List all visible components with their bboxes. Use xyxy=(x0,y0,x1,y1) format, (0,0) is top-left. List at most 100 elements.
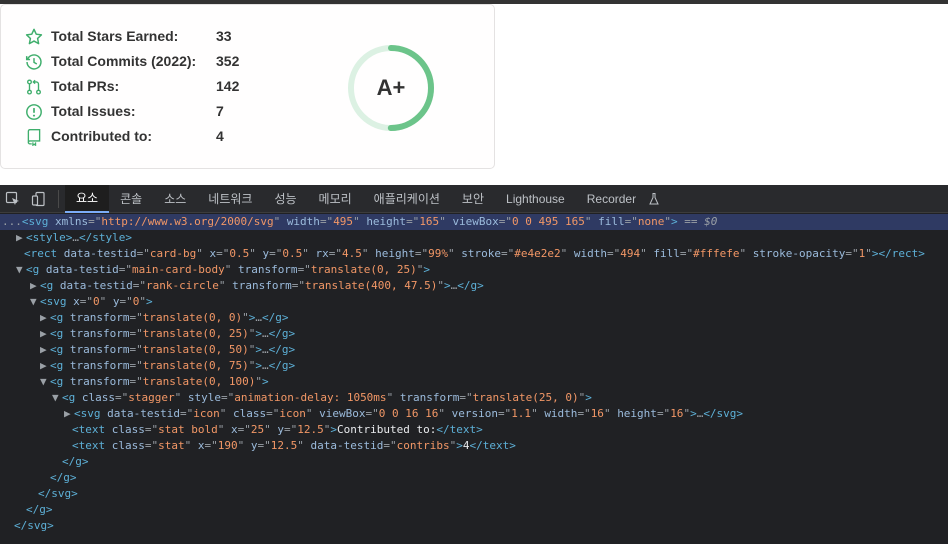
dom-node[interactable]: ▼ <svg x="0" y="0"> xyxy=(30,294,153,310)
dom-node[interactable]: ▼ <g data-testid="main-card-body" transfo… xyxy=(16,262,430,278)
dom-node[interactable]: <text class="stat" x="190" y="12.5" data… xyxy=(72,438,516,454)
dom-token: 165 xyxy=(419,215,440,228)
dom-token: " xyxy=(242,311,249,324)
expand-toggle-icon[interactable]: ▼ xyxy=(52,390,62,406)
dom-token: </g> xyxy=(26,503,53,516)
devtools-tab[interactable]: 메모리 xyxy=(308,185,363,213)
devtools-tab[interactable]: 보안 xyxy=(451,185,495,213)
dom-node-selected[interactable]: ...<svg xmlns="http://www.w3.org/2000/sv… xyxy=(0,214,948,230)
dom-token: x xyxy=(230,423,238,436)
dom-token: 190 xyxy=(217,439,238,452)
dom-token: ... xyxy=(2,215,22,228)
dom-token: transform xyxy=(69,311,130,324)
dom-node[interactable]: </g> xyxy=(50,470,77,486)
dom-token: <rect xyxy=(24,247,58,260)
dom-token xyxy=(39,263,46,276)
dom-token: =" xyxy=(459,391,473,404)
devtools-tab[interactable]: Lighthouse xyxy=(495,185,576,213)
dom-token: " xyxy=(447,247,455,260)
dom-token: " xyxy=(353,215,360,228)
dom-token: … xyxy=(261,359,269,372)
expand-toggle-icon[interactable]: ▶ xyxy=(64,406,74,422)
device-toggle-icon[interactable] xyxy=(26,186,52,212)
dom-token: stat bold xyxy=(158,423,218,436)
devtools-tab[interactable]: 소스 xyxy=(153,185,197,213)
dom-token: =" xyxy=(129,311,143,324)
dom-token: 0 xyxy=(93,295,100,308)
dom-token xyxy=(280,215,287,228)
dom-node[interactable]: <text class="stat bold" x="25" y="12.5">… xyxy=(72,422,483,438)
dom-token: > xyxy=(255,343,262,356)
devtools-tab[interactable]: 콘솔 xyxy=(109,185,153,213)
dom-token: transform xyxy=(399,391,460,404)
dom-token: =" xyxy=(269,247,283,260)
dom-token xyxy=(63,311,70,324)
dom-token: </text> xyxy=(469,439,516,452)
dom-token: translate(0, 75) xyxy=(142,359,249,372)
dom-node[interactable]: ▶ <svg data-testid="icon" class="icon" vi… xyxy=(64,406,743,422)
dom-token: class xyxy=(111,439,145,452)
dom-token: =" xyxy=(257,439,271,452)
dom-token: =" xyxy=(179,407,194,420)
devtools-tab[interactable]: Recorder xyxy=(576,185,647,213)
dom-token: height xyxy=(375,247,415,260)
dom-token: data-testid xyxy=(310,439,384,452)
dom-token: … xyxy=(261,327,269,340)
dom-node[interactable]: </g> xyxy=(62,454,89,470)
expand-toggle-icon[interactable]: ▶ xyxy=(40,342,50,358)
stat-label: Contributed to: xyxy=(51,128,153,144)
dom-token: </svg> xyxy=(38,487,78,500)
dom-node[interactable]: </svg> xyxy=(14,518,54,534)
devtools-tab[interactable]: 요소 xyxy=(65,184,110,213)
inspect-element-icon[interactable] xyxy=(0,186,26,212)
dom-token: > xyxy=(255,359,262,372)
dom-node[interactable]: <rect data-testid="card-bg" x="0.5" y="0… xyxy=(24,246,925,262)
dom-node[interactable]: ▶ <style>…</style> xyxy=(16,230,132,246)
expand-toggle-icon[interactable]: ▶ xyxy=(30,278,40,294)
dom-node[interactable]: ▶ <g transform="translate(0, 50)">…</g> xyxy=(40,342,295,358)
dom-token xyxy=(181,391,188,404)
dom-token: </g> xyxy=(268,359,296,372)
dom-token: =" xyxy=(118,263,132,276)
dom-tree[interactable]: ...<svg xmlns="http://www.w3.org/2000/sv… xyxy=(0,214,948,544)
dom-token: fill xyxy=(653,247,680,260)
dom-token: </style> xyxy=(78,231,132,244)
dom-token: " xyxy=(865,247,872,260)
dom-token: =" xyxy=(383,439,397,452)
dom-token: </g> xyxy=(268,343,296,356)
dom-node[interactable]: ▶ <g transform="translate(0, 25)">…</g> xyxy=(40,326,295,342)
dom-token: icon xyxy=(279,407,306,420)
expand-toggle-icon[interactable]: ▼ xyxy=(40,374,50,390)
dom-token: width xyxy=(544,407,578,420)
dom-token: <g xyxy=(26,263,40,276)
devtools-tab[interactable]: 성능 xyxy=(263,185,307,213)
expand-toggle-icon[interactable]: ▶ xyxy=(16,230,26,246)
dom-token: translate(0, 100) xyxy=(142,375,256,388)
dom-token: > xyxy=(423,263,431,276)
devtools-tab[interactable]: 네트워크 xyxy=(197,185,263,213)
dom-token xyxy=(63,359,70,372)
dom-token: =" xyxy=(656,407,671,420)
devtools-tab[interactable]: 애플리케이션 xyxy=(363,185,451,213)
dom-token: class xyxy=(111,423,145,436)
dom-token: … xyxy=(72,231,79,244)
dom-token xyxy=(57,247,64,260)
dom-token: =" xyxy=(237,423,251,436)
dom-node[interactable]: ▶ <g transform="translate(0, 0)">…</g> xyxy=(40,310,288,326)
dom-node[interactable]: </svg> xyxy=(38,486,78,502)
expand-toggle-icon[interactable]: ▼ xyxy=(30,294,40,310)
dom-token: " xyxy=(297,439,304,452)
dom-token: =" xyxy=(414,247,429,260)
expand-toggle-icon[interactable]: ▶ xyxy=(40,358,50,374)
expand-toggle-icon[interactable]: ▼ xyxy=(16,262,26,278)
dom-token: =" xyxy=(319,215,334,228)
dom-node[interactable]: ▼ <g class="stagger" style="animation-del… xyxy=(52,390,592,406)
dom-node[interactable]: </g> xyxy=(26,502,53,518)
dom-node[interactable]: ▶ <g transform="translate(0, 75)">…</g> xyxy=(40,358,295,374)
dom-token: stagger xyxy=(128,391,175,404)
dom-node[interactable]: ▼ <g transform="translate(0, 100)"> xyxy=(40,374,269,390)
dom-token: 25 xyxy=(250,423,265,436)
expand-toggle-icon[interactable]: ▶ xyxy=(40,310,50,326)
dom-node[interactable]: ▶ <g data-testid="rank-circle" transform=… xyxy=(30,278,484,294)
expand-toggle-icon[interactable]: ▶ xyxy=(40,326,50,342)
